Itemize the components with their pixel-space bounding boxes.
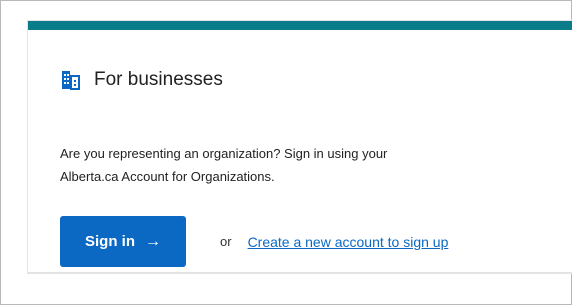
create-account-link[interactable]: Create a new account to sign up (248, 234, 449, 250)
card-accent-bar (28, 21, 572, 30)
sign-in-button[interactable]: Sign in → (60, 216, 186, 267)
description-line-1: Are you representing an organization? Si… (60, 146, 388, 161)
description-line-2: Alberta.ca Account for Organizations. (60, 169, 275, 184)
card-description: Are you representing an organization? Si… (60, 142, 530, 188)
card-header: For businesses (61, 68, 223, 92)
page-frame: For businesses Are you representing an o… (0, 0, 572, 305)
card-title: For businesses (94, 69, 223, 90)
building-icon (62, 71, 80, 90)
card-bottom-border (28, 272, 572, 273)
sign-in-label: Sign in (85, 233, 135, 250)
arrow-right-icon: → (145, 232, 161, 250)
or-separator: or (220, 234, 232, 249)
business-card: For businesses Are you representing an o… (28, 21, 572, 273)
card-actions: Sign in → or Create a new account to sig… (60, 216, 448, 267)
